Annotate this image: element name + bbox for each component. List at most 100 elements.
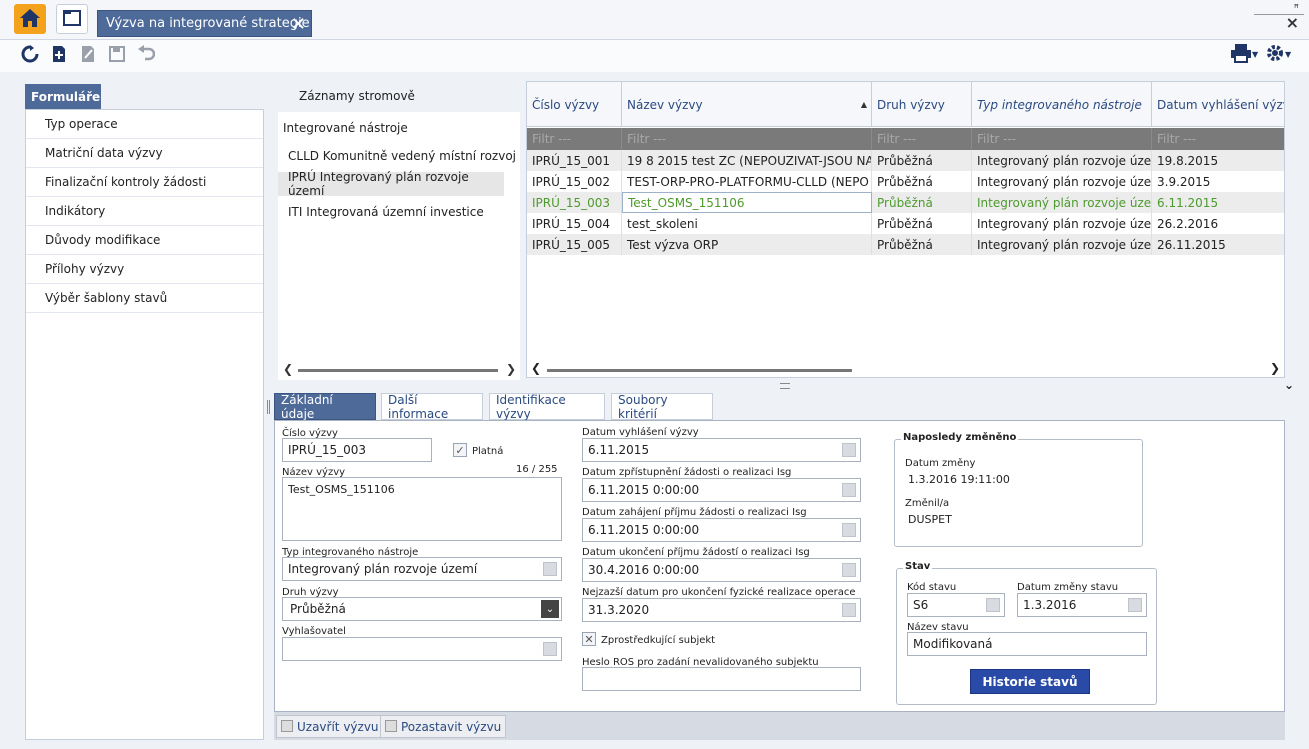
table-row[interactable]: IPRÚ_15_001 19 8 2015 test ZC (NEPOUZIVAT… [527,150,1284,171]
tab-formulare[interactable]: Formuláře [25,84,101,109]
save-icon[interactable] [107,44,127,64]
divider [1254,14,1304,15]
datum-zmeny-stavu-field[interactable]: 1.3.2016 [1017,593,1147,617]
settings-button[interactable]: ▼ [1265,44,1291,64]
calendar-icon[interactable] [842,603,856,617]
left-item-matricni-data[interactable]: Matriční data výzvy [26,139,263,168]
left-item-finalizacni-kontroly[interactable]: Finalizační kontroly žádosti [26,168,263,197]
tree-item-ipru[interactable]: IPRÚ Integrovaný plán rozvoje území [278,170,504,198]
datum-vyhlaseni-field[interactable]: 6.11.2015 [582,438,861,462]
scroll-right-icon[interactable]: ❯ [1270,361,1280,375]
filter-druh[interactable]: Filtr --- [872,128,972,150]
tab-zakladni-udaje[interactable]: Základní údaje [274,393,376,421]
nazev-stavu-field[interactable]: Modifikovaná [907,632,1147,656]
druh-select[interactable]: Průběžná ⌄ [282,597,562,621]
column-header-cislo[interactable]: Číslo výzvy [527,82,622,127]
table-row[interactable]: IPRÚ_15_003 Test_OSMS_151106 Průběžná Integ… [527,192,1284,213]
tree-item-iti[interactable]: ITI Integrovaná územní investice [278,200,520,224]
collapse-icon[interactable]: ⌄ [1284,378,1294,392]
tab-identifikace-vyzvy[interactable]: Identifikace výzvy [489,393,605,421]
close-icon[interactable]: ✕ [291,14,306,35]
column-header-druh[interactable]: Druh výzvy [872,82,972,127]
left-item-prilohy[interactable]: Přílohy výzvy [26,255,263,284]
gear-icon [1265,43,1285,66]
uzavrit-label: Uzavřít výzvu [297,719,379,734]
kod-stavu-field[interactable]: S6 [907,593,1005,617]
list-icon[interactable] [986,598,1000,612]
tab-soubory-kriterii[interactable]: Soubory kritérií [611,393,713,421]
scroll-left-icon[interactable]: ❮ [283,362,293,376]
calendar-icon[interactable] [842,443,856,457]
filter-typ[interactable]: Filtr --- [972,128,1152,150]
splitter-handle[interactable] [780,383,790,389]
table-row[interactable]: IPRÚ_15_002 TEST-ORP-PRO-PLATFORMU-CLLD (… [527,171,1284,192]
datum-vyhlaseni-value: 6.11.2015 [588,443,650,457]
horizontal-scrollbar[interactable] [298,369,498,372]
left-item-indikatory[interactable]: Indikátory [26,197,263,226]
left-item-typ-operace[interactable]: Typ operace [26,110,263,139]
scroll-thumb[interactable] [547,369,852,372]
close-window-icon[interactable]: × [1259,15,1299,31]
left-item-vyber-sablony[interactable]: Výběr šablony stavů [26,284,263,313]
datum-ukonceni-field[interactable]: 30.4.2016 0:00:00 [582,558,861,582]
tab-vyzva[interactable]: Výzva na integrované strategie ✕ [97,10,312,37]
chevron-down-icon: ▼ [1252,49,1259,59]
tree-item-clld[interactable]: CLLD Komunitně vedený místní rozvoj [278,144,520,168]
platna-checkbox[interactable]: ✓ [453,443,467,457]
typ-field[interactable]: Integrovaný plán rozvoje území [282,557,562,581]
calendar-icon[interactable] [1128,598,1142,612]
filter-cislo[interactable]: Filtr --- [527,128,622,150]
nazev-textarea[interactable]: Test_OSMS_151106 [282,477,562,541]
undo-icon[interactable] [136,44,156,64]
column-header-datum[interactable]: Datum vyhlášení výzvy [1152,82,1284,127]
heslo-field[interactable] [582,667,861,691]
bottom-action-bar: Uzavřít výzvu Pozastavit výzvu [274,712,1285,740]
cell-druh: Průběžná [872,192,972,213]
horizontal-scrollbar[interactable]: ❮ ❯ [527,361,1284,377]
cell-nazev: TEST-ORP-PRO-PLATFORMU-CLLD (NEPO [622,171,872,192]
home-button[interactable] [14,4,46,34]
calendar-icon[interactable] [842,563,856,577]
scroll-left-icon[interactable]: ❮ [531,361,541,375]
column-header-typ[interactable]: Typ integrovaného nástroje [972,82,1152,127]
column-header-nazev[interactable]: Název výzvy ▲ [622,82,872,127]
datum-zmeny-stavu-label: Datum změny stavu [1017,582,1119,593]
pozastavit-vyzvu-button[interactable]: Pozastavit výzvu [380,715,507,738]
column-header-label: Název výzvy [627,97,703,112]
zmenil-value: DUSPET [908,513,952,526]
scroll-right-icon[interactable]: ❯ [506,362,516,376]
list-icon[interactable] [543,642,557,656]
table-row[interactable]: IPRÚ_15_005 Test výzva ORP Průběžná Integro… [527,234,1284,255]
left-item-duvody-modifikace[interactable]: Důvody modifikace [26,226,263,255]
uzavrit-vyzvu-button[interactable]: Uzavřít výzvu [276,715,384,738]
zprostredkujici-checkbox[interactable]: ✕ [582,632,596,646]
historie-stavu-button[interactable]: Historie stavů [970,669,1090,694]
filter-datum[interactable]: Filtr --- [1152,128,1284,150]
cell-datum: 26.11.2015 [1152,234,1284,255]
datum-zahajeni-field[interactable]: 6.11.2015 0:00:00 [582,518,861,542]
chevron-down-icon[interactable]: ⌄ [541,600,559,618]
vyhlasovatel-field[interactable] [282,637,562,661]
filter-nazev[interactable]: Filtr --- [622,128,872,150]
tab-title: Výzva na integrované strategie [106,16,310,31]
cell-typ: Integrovaný plán rozvoje územ [972,234,1152,255]
side-splitter-handle[interactable] [267,400,270,414]
nejzazsi-field[interactable]: 31.3.2020 [582,598,861,622]
cislo-field[interactable]: IPRÚ_15_003 [282,438,432,462]
list-icon[interactable] [543,562,557,576]
tab-dalsi-informace[interactable]: Další informace [381,393,483,421]
cell-typ: Integrovaný plán rozvoje územ [972,150,1152,171]
calendar-icon[interactable] [842,523,856,537]
document-button[interactable] [56,4,88,34]
edit-icon[interactable] [78,44,98,64]
calendar-icon[interactable] [842,483,856,497]
cell-typ: Integrovaný plán rozvoje územ [972,192,1152,213]
table-row[interactable]: IPRÚ_15_004 test_skoleni Průběžná Integrova… [527,213,1284,234]
refresh-icon[interactable] [20,44,40,64]
cell-nazev: test_skoleni [622,213,872,234]
tree-item-root[interactable]: Integrované nástroje [278,116,520,140]
cell-typ: Integrovaný plán rozvoje územ [972,171,1152,192]
print-button[interactable]: ▼ [1230,43,1259,64]
datum-zpristupneni-field[interactable]: 6.11.2015 0:00:00 [582,478,861,502]
add-icon[interactable] [49,44,69,64]
